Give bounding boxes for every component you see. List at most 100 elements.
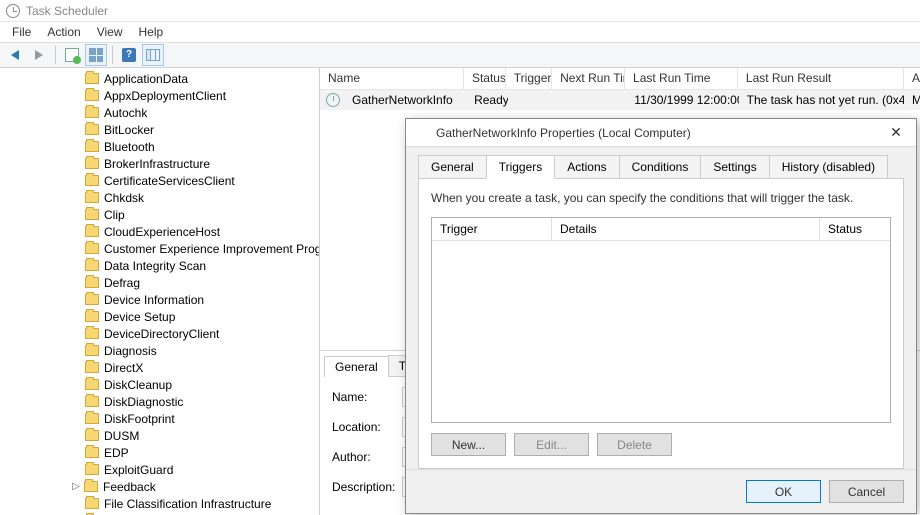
label-location: Location:	[332, 420, 402, 434]
cell-name: GatherNetworkInfo	[344, 91, 466, 109]
folder-icon	[85, 243, 99, 254]
delete-trigger-button[interactable]: Delete	[597, 433, 672, 456]
menu-bar: File Action View Help	[0, 22, 920, 42]
folder-icon	[85, 464, 99, 475]
tree-item[interactable]: Bluetooth	[0, 138, 319, 155]
tree-item-label: DiskDiagnostic	[104, 395, 183, 409]
tree-item[interactable]: AppxDeploymentClient	[0, 87, 319, 104]
tree-item[interactable]: ExploitGuard	[0, 461, 319, 478]
tree-item[interactable]: DiskFootprint	[0, 410, 319, 427]
dialog-tab-general[interactable]: General	[418, 155, 487, 179]
dialog-close-button[interactable]: ✕	[884, 124, 908, 141]
tree-item[interactable]: DUSM	[0, 427, 319, 444]
tree-item[interactable]: File Classification Infrastructure	[0, 495, 319, 512]
folder-icon	[85, 345, 99, 356]
expander-icon[interactable]: ▷	[70, 481, 82, 492]
tree-item[interactable]: Clip	[0, 206, 319, 223]
tree-item[interactable]: BitLocker	[0, 121, 319, 138]
tree-item-label: BrokerInfrastructure	[104, 157, 210, 171]
cell-author: Microso	[904, 91, 920, 109]
new-trigger-button[interactable]: New...	[431, 433, 506, 456]
dialog-titlebar[interactable]: GatherNetworkInfo Properties (Local Comp…	[406, 119, 916, 147]
tree-item[interactable]: ▷Feedback	[0, 478, 319, 495]
menu-file[interactable]: File	[4, 23, 39, 41]
tcol-trigger[interactable]: Trigger	[432, 218, 552, 240]
app-icon	[6, 4, 20, 18]
folder-icon	[85, 141, 99, 152]
cancel-button[interactable]: Cancel	[829, 480, 904, 503]
dialog-tab-body: When you create a task, you can specify …	[418, 178, 904, 469]
dialog-tab-triggers[interactable]: Triggers	[486, 155, 556, 179]
tree-item[interactable]: CertificateServicesClient	[0, 172, 319, 189]
tree-item[interactable]: Autochk	[0, 104, 319, 121]
view-grid-button[interactable]	[85, 44, 107, 66]
tree-item-label: DeviceDirectoryClient	[104, 327, 219, 341]
tree-item[interactable]: Device Information	[0, 291, 319, 308]
folder-icon	[85, 413, 99, 424]
trigger-list[interactable]: Trigger Details Status	[431, 217, 891, 423]
folder-icon	[85, 158, 99, 169]
tree-item[interactable]: Diagnosis	[0, 342, 319, 359]
help-button[interactable]: ?	[118, 44, 140, 66]
folder-icon	[84, 481, 98, 492]
col-last[interactable]: Last Run Time	[625, 68, 738, 89]
cell-last: 11/30/1999 12:00:00 AM	[626, 91, 738, 109]
dialog-tab-history[interactable]: History (disabled)	[769, 155, 888, 179]
menu-action[interactable]: Action	[39, 23, 88, 41]
tree-item[interactable]: EDP	[0, 444, 319, 461]
tree-item-label: Chkdsk	[104, 191, 144, 205]
folder-icon	[85, 498, 99, 509]
tree-item[interactable]: ApplicationData	[0, 70, 319, 87]
col-next[interactable]: Next Run Time	[552, 68, 625, 89]
cell-next	[554, 98, 627, 102]
tree-item[interactable]: DiskCleanup	[0, 376, 319, 393]
tree-item[interactable]: Device Setup	[0, 308, 319, 325]
col-author[interactable]: Author	[904, 68, 920, 89]
dialog-tab-settings[interactable]: Settings	[700, 155, 769, 179]
tree-pane[interactable]: ApplicationDataAppxDeploymentClient Autoc…	[0, 68, 320, 515]
tree-item[interactable]: Defrag	[0, 274, 319, 291]
tree-item[interactable]: DirectX	[0, 359, 319, 376]
col-name[interactable]: Name	[320, 68, 464, 89]
sheet-icon	[65, 48, 79, 62]
nav-forward-button[interactable]	[28, 44, 50, 66]
menu-view[interactable]: View	[89, 23, 131, 41]
tree-item-label: DUSM	[104, 429, 139, 443]
window-titlebar: Task Scheduler	[0, 0, 920, 22]
tree-item-label: Bluetooth	[104, 140, 155, 154]
edit-trigger-button[interactable]: Edit...	[514, 433, 589, 456]
tree-item[interactable]: DeviceDirectoryClient	[0, 325, 319, 342]
menu-help[interactable]: Help	[131, 23, 172, 41]
tcol-status[interactable]: Status	[820, 218, 890, 240]
dialog-tab-conditions[interactable]: Conditions	[619, 155, 702, 179]
folder-icon	[85, 396, 99, 407]
dialog-action-row: New... Edit... Delete	[431, 433, 891, 456]
tree-item-label: Autochk	[104, 106, 147, 120]
details-tab-general[interactable]: General	[324, 356, 389, 377]
refresh-button[interactable]	[61, 44, 83, 66]
tree-item[interactable]: CloudExperienceHost	[0, 223, 319, 240]
dialog-tabs: General Triggers Actions Conditions Sett…	[418, 155, 904, 179]
tcol-details[interactable]: Details	[552, 218, 820, 240]
nav-back-button[interactable]	[4, 44, 26, 66]
tree-item[interactable]: Chkdsk	[0, 189, 319, 206]
dialog-footer: OK Cancel	[406, 469, 916, 513]
ok-button[interactable]: OK	[746, 480, 821, 503]
tree-item[interactable]: Customer Experience Improvement Program	[0, 240, 319, 257]
folder-icon	[85, 226, 99, 237]
folder-icon	[85, 294, 99, 305]
label-description: Description:	[332, 480, 402, 494]
task-row[interactable]: GatherNetworkInfo Ready 11/30/1999 12:00…	[320, 90, 920, 110]
folder-icon	[85, 430, 99, 441]
dialog-tab-actions[interactable]: Actions	[554, 155, 619, 179]
folder-icon	[85, 192, 99, 203]
panes-button[interactable]	[142, 44, 164, 66]
folder-icon	[85, 328, 99, 339]
col-result[interactable]: Last Run Result	[738, 68, 904, 89]
col-status[interactable]: Status	[464, 68, 506, 89]
col-triggers[interactable]: Triggers	[506, 68, 552, 89]
tree-item[interactable]: BrokerInfrastructure	[0, 155, 319, 172]
tree-item[interactable]: DiskDiagnostic	[0, 393, 319, 410]
tree-item[interactable]: Data Integrity Scan	[0, 257, 319, 274]
dialog-icon	[414, 126, 428, 140]
